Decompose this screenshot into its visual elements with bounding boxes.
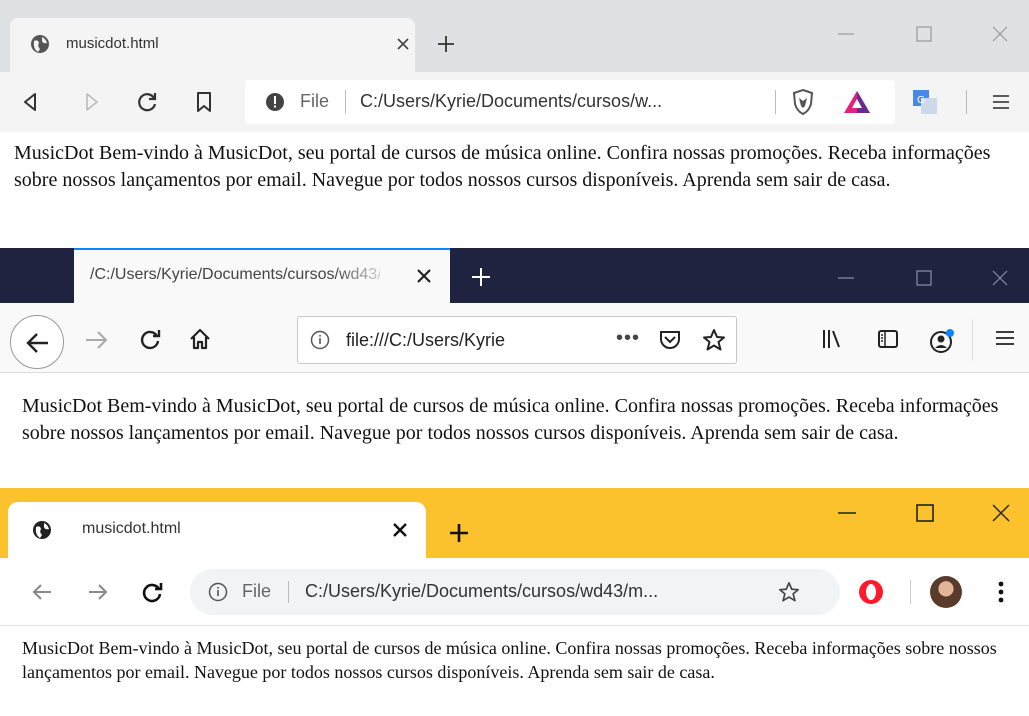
page-content: MusicDot Bem-vindo à MusicDot, seu porta…	[22, 395, 999, 444]
tab-title-fade	[334, 260, 394, 290]
forward-icon[interactable]	[86, 580, 110, 604]
brave-tab[interactable]: musicdot.html	[10, 18, 415, 72]
firefox-tab[interactable]: /C:/Users/Kyrie/Documents/cursos/wd43/mu…	[74, 248, 450, 303]
forward-icon[interactable]	[80, 90, 104, 114]
bookmark-icon[interactable]	[192, 90, 216, 114]
brave-window: musicdot.html File C:/Users/Kyrie/Docume…	[0, 0, 1029, 248]
info-icon[interactable]	[310, 330, 330, 350]
url-path: C:/Users/Kyrie/Documents/cursos/w...	[360, 91, 663, 111]
info-icon[interactable]	[208, 582, 228, 602]
brave-toolbar: File C:/Users/Kyrie/Documents/cursos/w..…	[0, 72, 1029, 132]
opera-icon[interactable]	[858, 579, 884, 605]
url-fade	[508, 325, 558, 355]
back-icon[interactable]	[10, 315, 64, 369]
home-icon[interactable]	[188, 327, 212, 351]
menu-icon[interactable]	[990, 91, 1012, 113]
globe-icon	[30, 34, 50, 54]
plus-icon[interactable]	[436, 34, 456, 54]
firefox-address-bar[interactable]: file:///C:/Users/Kyrie •••	[297, 316, 737, 364]
avatar[interactable]	[930, 576, 962, 608]
account-icon[interactable]	[928, 327, 956, 355]
close-icon[interactable]	[414, 266, 434, 286]
plus-icon[interactable]	[448, 522, 470, 544]
chrome-titlebar: musicdot.html	[0, 488, 1029, 558]
back-icon[interactable]	[30, 580, 54, 604]
brave-shield-icon[interactable]	[790, 88, 816, 116]
close-window-icon[interactable]	[988, 266, 1012, 290]
star-icon[interactable]	[778, 581, 800, 603]
chrome-address-bar[interactable]: File C:/Users/Kyrie/Documents/cursos/wd4…	[190, 569, 840, 615]
minimize-icon[interactable]	[834, 500, 860, 526]
toolbar-separator	[910, 580, 911, 604]
chrome-tab-title: musicdot.html	[82, 520, 181, 537]
close-icon[interactable]	[390, 520, 410, 540]
brave-tab-title: musicdot.html	[66, 35, 159, 52]
reload-icon[interactable]	[140, 580, 164, 604]
chrome-tab[interactable]: musicdot.html	[8, 502, 426, 558]
close-icon[interactable]	[394, 35, 412, 53]
info-icon[interactable]	[265, 92, 285, 112]
url-path: C:/Users/Kyrie/Documents/cursos/wd43/m..…	[305, 581, 659, 601]
url-separator	[775, 90, 776, 114]
menu-icon[interactable]	[994, 327, 1016, 349]
reload-icon[interactable]	[138, 327, 162, 351]
url-separator	[345, 90, 346, 114]
chrome-toolbar: File C:/Users/Kyrie/Documents/cursos/wd4…	[0, 558, 1029, 626]
svg-text:G: G	[917, 95, 925, 106]
page-content: MusicDot Bem-vindo à MusicDot, seu porta…	[14, 142, 991, 191]
toolbar-separator	[966, 90, 967, 114]
forward-icon[interactable]	[84, 327, 110, 353]
reload-icon[interactable]	[135, 90, 159, 114]
page-actions-icon[interactable]: •••	[616, 327, 640, 350]
pocket-icon[interactable]	[658, 329, 682, 351]
library-icon[interactable]	[820, 327, 844, 351]
close-window-icon[interactable]	[988, 500, 1014, 526]
bat-rewards-icon[interactable]	[843, 90, 871, 114]
plus-icon[interactable]	[470, 266, 492, 288]
brave-address-bar[interactable]: File C:/Users/Kyrie/Documents/cursos/w..…	[245, 80, 895, 124]
firefox-toolbar: file:///C:/Users/Kyrie •••	[0, 303, 1029, 373]
url-scheme-label: File	[300, 91, 330, 111]
star-icon[interactable]	[702, 328, 726, 352]
firefox-window: /C:/Users/Kyrie/Documents/cursos/wd43/mu…	[0, 248, 1029, 488]
url-separator	[288, 581, 289, 603]
toolbar-separator	[972, 319, 973, 361]
chrome-window: musicdot.html File C:/Users/Kyrie/Docume…	[0, 488, 1029, 716]
sidebar-icon[interactable]	[876, 327, 900, 351]
url-scheme-label: File	[242, 581, 272, 601]
maximize-icon[interactable]	[912, 500, 938, 526]
globe-icon	[32, 520, 52, 540]
minimize-icon[interactable]	[834, 22, 858, 46]
minimize-icon[interactable]	[834, 266, 858, 290]
maximize-icon[interactable]	[912, 22, 936, 46]
firefox-titlebar: /C:/Users/Kyrie/Documents/cursos/wd43/mu…	[0, 248, 1029, 303]
close-window-icon[interactable]	[988, 22, 1012, 46]
kebab-menu-icon[interactable]	[996, 580, 1006, 604]
maximize-icon[interactable]	[912, 266, 936, 290]
back-icon[interactable]	[18, 90, 42, 114]
translate-icon[interactable]: G	[912, 89, 938, 115]
brave-titlebar: musicdot.html	[0, 0, 1029, 72]
page-content: MusicDot Bem-vindo à MusicDot, seu porta…	[22, 638, 997, 682]
